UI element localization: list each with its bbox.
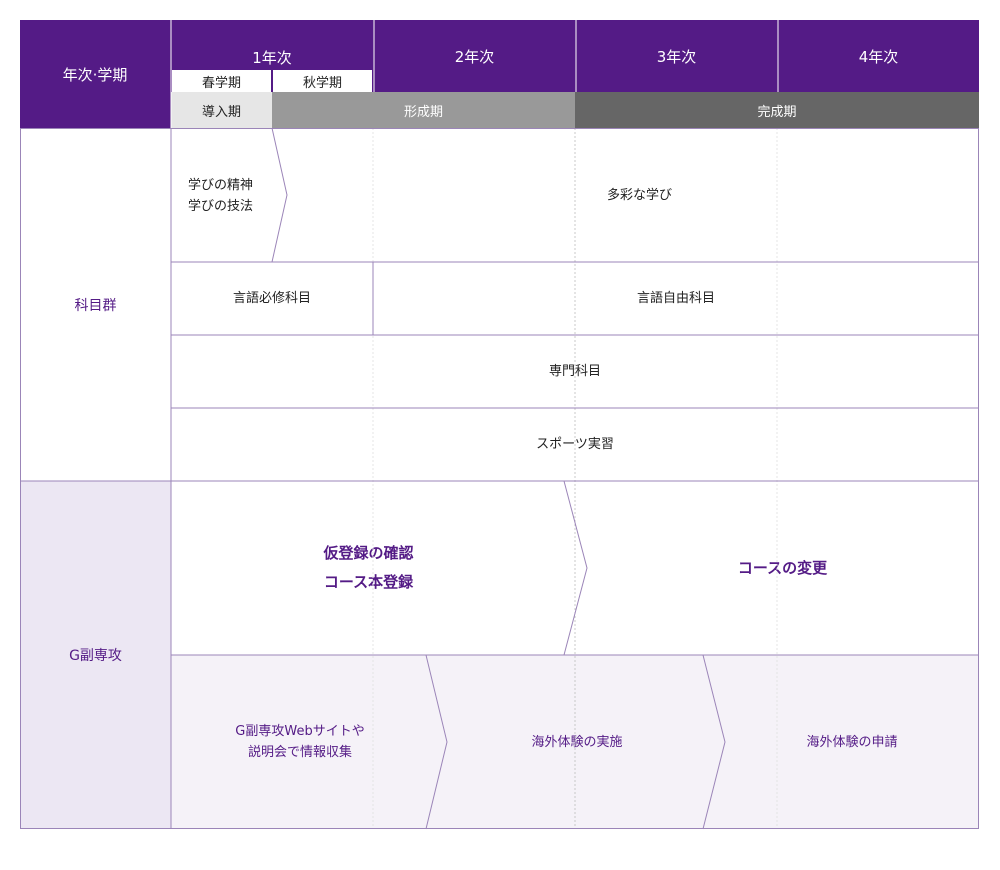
diverse-learning: 多彩な学び [606,187,672,203]
course-change: コースの変更 [737,558,828,577]
required-language-subjects: 言語必修科目 [232,291,311,306]
specialized-subjects: 専門科目 [548,364,601,379]
phase-intro: 導入期 [171,92,272,128]
overseas-experience-application: 海外体験の申請 [806,734,898,750]
info-gathering: G副専攻Webサイトや 説明会で情報収集 [171,655,429,829]
provisional-registration-check: 仮登録の確認 コース本登録 [171,481,566,655]
elective-language-subjects: 言語自由科目 [636,291,715,306]
phase-formation: 形成期 [272,92,575,128]
info-gathering-line1: G副専攻Webサイトや [235,724,365,739]
learning-spirit-text: 学びの精神 [188,178,254,193]
learning-methods-text: 学びの技法 [188,199,254,214]
provisional-registration-text: 仮登録の確認 [323,544,414,562]
row-label-year-semester: 年次·学期 [62,65,128,84]
semester-autumn: 秋学期 [273,70,372,92]
year-1-label: 1年次 [252,48,292,67]
gminor-group-label: G副専攻 [69,648,122,664]
phase-completion: 完成期 [575,92,979,128]
year-2-label: 2年次 [454,47,495,66]
course-registration-text: コース本登録 [323,573,414,591]
overseas-experience-implementation: 海外体験の実施 [531,734,623,750]
year-4-label: 4年次 [858,47,899,66]
sports-practice: スポーツ実習 [536,437,614,452]
info-gathering-line2: 説明会で情報収集 [247,745,352,760]
year-3-label: 3年次 [656,47,697,66]
learning-spirit-methods: 学びの精神 学びの技法 [188,175,278,217]
subjects-group-label: 科目群 [74,297,117,314]
semester-spring: 春学期 [172,70,271,92]
